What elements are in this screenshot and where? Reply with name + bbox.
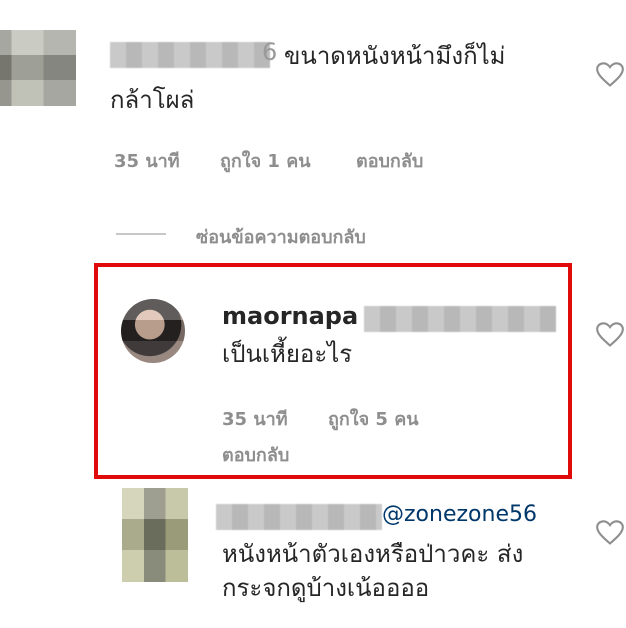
comment-text-line2: กล้าโผล่	[110, 86, 195, 114]
heart-icon[interactable]	[596, 62, 624, 88]
comment-time: 35 นาที	[114, 151, 180, 172]
likes-count[interactable]: ถูกใจ 1 คน	[220, 146, 311, 175]
reply-button[interactable]: ตอบกลับ	[356, 146, 423, 175]
hide-replies-button[interactable]: ซ่อนข้อความตอบกลับ	[196, 222, 366, 251]
comment-text-line1: ขนาดหนังหน้ามึงก็ไม่	[284, 42, 506, 70]
username-suffix: 6	[262, 38, 278, 66]
heart-icon[interactable]	[596, 322, 624, 348]
username[interactable]: maornapa	[222, 302, 358, 330]
blurred-username	[216, 504, 382, 530]
likes-count[interactable]: ถูกใจ 5 คน	[328, 404, 419, 433]
reply-button[interactable]: ตอบกลับ	[222, 440, 289, 469]
reply-divider	[116, 233, 166, 235]
comment-text: เป็นเหี้ยอะไร	[222, 340, 353, 368]
avatar[interactable]	[122, 488, 188, 582]
heart-icon[interactable]	[596, 520, 624, 546]
comment-text-line2: กระจกดูบ้างเน้ออออ	[222, 574, 430, 602]
blurred-username	[110, 42, 270, 68]
comment-time: 35 นาที	[222, 409, 288, 430]
avatar[interactable]	[0, 30, 76, 106]
avatar[interactable]	[121, 299, 185, 363]
comment-text-line1: หนังหน้าตัวเองหรือป่าวคะ ส่ง	[222, 540, 524, 568]
blurred-text	[364, 306, 556, 332]
mention-link[interactable]: @zonezone56	[382, 502, 537, 527]
